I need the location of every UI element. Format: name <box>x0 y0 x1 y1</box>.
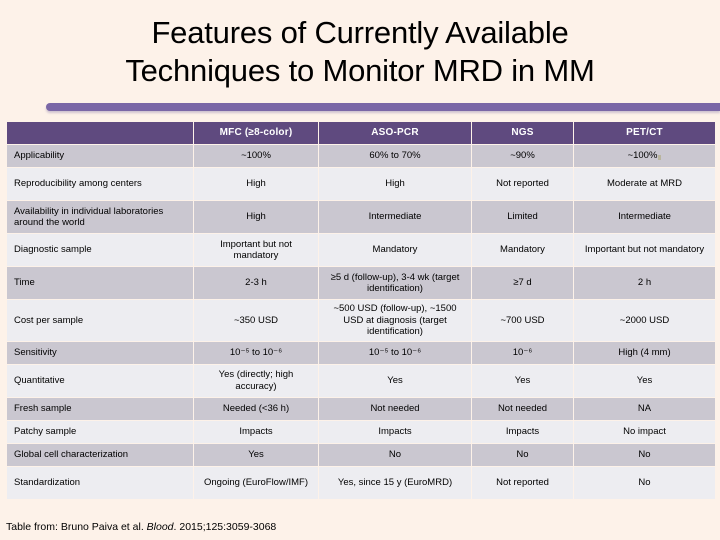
cell-applicability-aso-pcr: 60% to 70% <box>319 145 471 167</box>
table-row: Quantitative Yes (directly; high accurac… <box>7 364 715 397</box>
cell-time-pet-ct: 2 h <box>574 267 715 299</box>
cell-cost-pet-ct: ~2000 USD <box>574 300 715 341</box>
cell-reproducibility-mfc: High <box>194 168 318 200</box>
cell-time-aso-pcr: ≥5 d (follow-up), 3-4 wk (target identif… <box>319 267 471 299</box>
row-label-global-cell-characterization: Global cell characterization <box>7 443 193 466</box>
title-divider-rule <box>46 103 720 111</box>
table-header-row: MFC (≥8-color) ASO-PCR NGS PET/CT <box>7 122 715 144</box>
table-row: Time 2-3 h ≥5 d (follow-up), 3-4 wk (tar… <box>7 267 715 299</box>
cell-availability-aso-pcr: Intermediate <box>319 201 471 233</box>
table-row: Patchy sample Impacts Impacts Impacts No… <box>7 420 715 443</box>
row-label-applicability: Applicability <box>7 145 193 167</box>
cell-sensitivity-aso-pcr: 10⁻⁵ to 10⁻⁶ <box>319 341 471 364</box>
cell-global-cell-aso-pcr: No <box>319 443 471 466</box>
cell-standardization-pet-ct: No <box>574 466 715 499</box>
source-prefix: Table from: Bruno Paiva et al. <box>6 521 147 533</box>
cell-quantitative-mfc: Yes (directly; high accuracy) <box>194 364 318 397</box>
source-citation: Table from: Bruno Paiva et al. Blood. 20… <box>6 521 276 533</box>
cell-fresh-sample-pet-ct: NA <box>574 397 715 420</box>
cell-availability-pet-ct: Intermediate <box>574 201 715 233</box>
column-header-mfc: MFC (≥8-color) <box>194 122 318 144</box>
column-header-aso-pcr: ASO-PCR <box>319 122 471 144</box>
row-label-patchy-sample: Patchy sample <box>7 420 193 443</box>
table-row: Sensitivity 10⁻⁵ to 10⁻⁶ 10⁻⁵ to 10⁻⁶ 10… <box>7 341 715 364</box>
cell-standardization-aso-pcr: Yes, since 15 y (EuroMRD) <box>319 466 471 499</box>
row-label-diagnostic-sample: Diagnostic sample <box>7 234 193 266</box>
cell-global-cell-pet-ct: No <box>574 443 715 466</box>
cell-quantitative-pet-ct: Yes <box>574 364 715 397</box>
cell-diagnostic-sample-aso-pcr: Mandatory <box>319 234 471 266</box>
cell-fresh-sample-mfc: Needed (<36 h) <box>194 397 318 420</box>
table-row: Applicability ~100% 60% to 70% ~90% ~100… <box>7 145 715 167</box>
text-cursor-artifact <box>658 155 662 161</box>
cell-quantitative-ngs: Yes <box>472 364 573 397</box>
cell-sensitivity-pet-ct: High (4 mm) <box>574 341 715 364</box>
cell-cost-ngs: ~700 USD <box>472 300 573 341</box>
column-header-ngs: NGS <box>472 122 573 144</box>
cell-reproducibility-pet-ct: Moderate at MRD <box>574 168 715 200</box>
table-row: Global cell characterization Yes No No N… <box>7 443 715 466</box>
row-label-cost-per-sample: Cost per sample <box>7 300 193 341</box>
page-title-line-2: Techniques to Monitor MRD in MM <box>125 53 595 88</box>
cell-diagnostic-sample-ngs: Mandatory <box>472 234 573 266</box>
table-row: Availability in individual laboratories … <box>7 201 715 233</box>
cell-reproducibility-ngs: Not reported <box>472 168 573 200</box>
page-title: Features of Currently Available Techniqu… <box>0 14 720 90</box>
cell-sensitivity-mfc: 10⁻⁵ to 10⁻⁶ <box>194 341 318 364</box>
cell-cost-aso-pcr: ~500 USD (follow-up), ~1500 USD at diagn… <box>319 300 471 341</box>
row-label-availability: Availability in individual laboratories … <box>7 201 193 233</box>
table-row: Reproducibility among centers High High … <box>7 168 715 200</box>
table-row: Fresh sample Needed (<36 h) Not needed N… <box>7 397 715 420</box>
source-journal: Blood <box>146 521 174 533</box>
cell-patchy-sample-pet-ct: No impact <box>574 420 715 443</box>
row-label-quantitative: Quantitative <box>7 364 193 397</box>
row-label-time: Time <box>7 267 193 299</box>
cell-diagnostic-sample-pet-ct: Important but not mandatory <box>574 234 715 266</box>
cell-cost-mfc: ~350 USD <box>194 300 318 341</box>
source-suffix: . 2015;125:3059-3068 <box>173 521 277 533</box>
row-label-fresh-sample: Fresh sample <box>7 397 193 420</box>
cell-availability-ngs: Limited <box>472 201 573 233</box>
cell-availability-mfc: High <box>194 201 318 233</box>
cell-applicability-pet-ct-text: ~100% <box>627 150 658 162</box>
cell-patchy-sample-mfc: Impacts <box>194 420 318 443</box>
table-row: Diagnostic sample Important but not mand… <box>7 234 715 266</box>
cell-global-cell-ngs: No <box>472 443 573 466</box>
cell-fresh-sample-aso-pcr: Not needed <box>319 397 471 420</box>
cell-reproducibility-aso-pcr: High <box>319 168 471 200</box>
column-header-feature <box>7 122 193 144</box>
cell-standardization-mfc: Ongoing (EuroFlow/IMF) <box>194 466 318 499</box>
cell-time-ngs: ≥7 d <box>472 267 573 299</box>
cell-diagnostic-sample-mfc: Important but not mandatory <box>194 234 318 266</box>
cell-fresh-sample-ngs: Not needed <box>472 397 573 420</box>
cell-applicability-pet-ct: ~100% <box>574 145 715 167</box>
cell-applicability-ngs: ~90% <box>472 145 573 167</box>
cell-patchy-sample-ngs: Impacts <box>472 420 573 443</box>
column-header-pet-ct: PET/CT <box>574 122 715 144</box>
table-header: MFC (≥8-color) ASO-PCR NGS PET/CT <box>7 122 715 144</box>
cell-sensitivity-ngs: 10⁻⁶ <box>472 341 573 364</box>
mrd-techniques-table: MFC (≥8-color) ASO-PCR NGS PET/CT Applic… <box>6 121 716 500</box>
table-body: Applicability ~100% 60% to 70% ~90% ~100… <box>7 145 715 499</box>
table-row: Standardization Ongoing (EuroFlow/IMF) Y… <box>7 466 715 499</box>
cell-quantitative-aso-pcr: Yes <box>319 364 471 397</box>
row-label-reproducibility: Reproducibility among centers <box>7 168 193 200</box>
cell-patchy-sample-aso-pcr: Impacts <box>319 420 471 443</box>
cell-standardization-ngs: Not reported <box>472 466 573 499</box>
row-label-sensitivity: Sensitivity <box>7 341 193 364</box>
page-title-line-1: Features of Currently Available <box>151 15 569 50</box>
cell-time-mfc: 2-3 h <box>194 267 318 299</box>
table-row: Cost per sample ~350 USD ~500 USD (follo… <box>7 300 715 341</box>
row-label-standardization: Standardization <box>7 466 193 499</box>
cell-global-cell-mfc: Yes <box>194 443 318 466</box>
cell-applicability-mfc: ~100% <box>194 145 318 167</box>
